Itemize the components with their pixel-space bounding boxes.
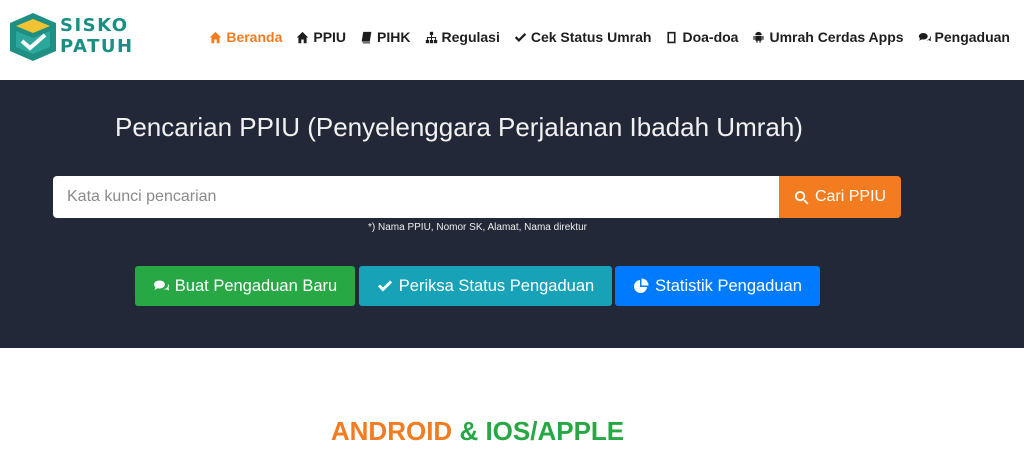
sitemap-icon: [425, 31, 438, 44]
apps-heading-android: ANDROID: [330, 416, 453, 446]
check-complaint-status-button[interactable]: Periksa Status Pengaduan: [359, 266, 612, 306]
nav-item-pihk[interactable]: PIHK: [360, 29, 411, 45]
home-icon: [209, 31, 222, 44]
logo-line-2: PATUH: [60, 36, 134, 57]
nav-item-label: PPIU: [313, 29, 347, 45]
search-button-label: Cari PPIU: [814, 188, 887, 205]
logo-emblem-icon: [10, 13, 56, 61]
android-icon: [752, 31, 765, 44]
check-icon: [377, 280, 392, 292]
nav-item-label: Pengaduan: [934, 29, 1010, 45]
nav-item-beranda[interactable]: Beranda: [209, 29, 282, 45]
search-input[interactable]: [53, 176, 779, 218]
nav-item-pengaduan[interactable]: Pengaduan: [918, 29, 1010, 45]
page-title: Pencarian PPIU (Penyelenggara Perjalanan…: [115, 112, 803, 142]
nav-item-label: Beranda: [226, 29, 283, 45]
nav-item-umrah-cerdas-apps[interactable]: Umrah Cerdas Apps: [752, 29, 904, 45]
nav-item-label: Cek Status Umrah: [530, 29, 652, 45]
comments-icon: [918, 31, 931, 44]
pie-chart-icon: [634, 278, 649, 293]
nav-item-label: PIHK: [377, 29, 411, 45]
nav-item-regulasi[interactable]: Regulasi: [425, 29, 500, 45]
new-complaint-label: Buat Pengaduan Baru: [174, 276, 338, 295]
logo-wordmark: SISKO PATUH: [60, 15, 134, 57]
nav-item-cek-status-umrah[interactable]: Cek Status Umrah: [514, 29, 652, 45]
nav-item-label: Regulasi: [441, 29, 500, 45]
check-status-label: Periksa Status Pengaduan: [398, 276, 595, 295]
search-button[interactable]: Cari PPIU: [779, 176, 901, 218]
book-icon: [665, 31, 678, 44]
logo-line-1: SISKO: [60, 15, 129, 36]
apps-heading: ANDROID & IOS/APPLE: [0, 416, 955, 447]
main-nav: Beranda PPIU PIHK Regulasi Cek Status Um…: [195, 26, 1010, 48]
apps-heading-ios: & IOS/APPLE: [459, 416, 625, 446]
top-navbar: SISKO PATUH Beranda PPIU PIHK Regulasi C…: [0, 0, 1024, 80]
search-hero-section: Pencarian PPIU (Penyelenggara Perjalanan…: [0, 80, 1024, 348]
comments-icon: [153, 280, 169, 291]
nav-item-ppiu[interactable]: PPIU: [296, 29, 346, 45]
sisko-patuh-logo[interactable]: SISKO PATUH: [8, 11, 133, 63]
check-icon: [514, 31, 527, 44]
nav-item-label: Umrah Cerdas Apps: [769, 29, 904, 45]
complaint-statistics-button[interactable]: Statistik Pengaduan: [615, 266, 820, 306]
search-icon: [794, 190, 809, 205]
statistics-label: Statistik Pengaduan: [655, 276, 802, 295]
home-icon: [296, 31, 309, 44]
search-hint: *) Nama PPIU, Nomor SK, Alamat, Nama dir…: [368, 222, 587, 233]
book-icon: [360, 31, 373, 44]
nav-item-label: Doa-doa: [682, 29, 739, 45]
new-complaint-button[interactable]: Buat Pengaduan Baru: [135, 266, 355, 306]
nav-item-doa-doa[interactable]: Doa-doa: [665, 29, 738, 45]
